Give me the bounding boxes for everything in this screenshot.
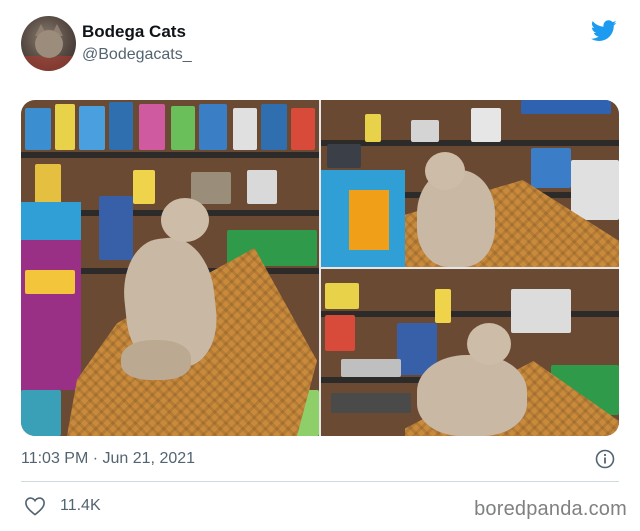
avatar[interactable] [21,16,76,71]
twitter-bird-icon [591,20,617,41]
like-count[interactable]: 11.4K [60,497,101,515]
info-icon[interactable] [595,449,615,469]
tweet-media-grid[interactable] [21,100,619,436]
photo-cat-in-basket-bottom-right[interactable] [321,269,619,436]
heart-icon[interactable] [24,496,46,516]
user-handle[interactable]: @Bodegacats_ [82,46,192,64]
tweet-timestamp[interactable]: 11:03 PM · Jun 21, 2021 [21,450,195,468]
divider [21,481,619,482]
display-name[interactable]: Bodega Cats [82,22,186,42]
photo-cat-in-basket-top-right[interactable] [321,100,619,267]
boredpanda-watermark: boredpanda.com [474,498,627,520]
photo-cat-in-basket-main[interactable] [21,100,319,436]
